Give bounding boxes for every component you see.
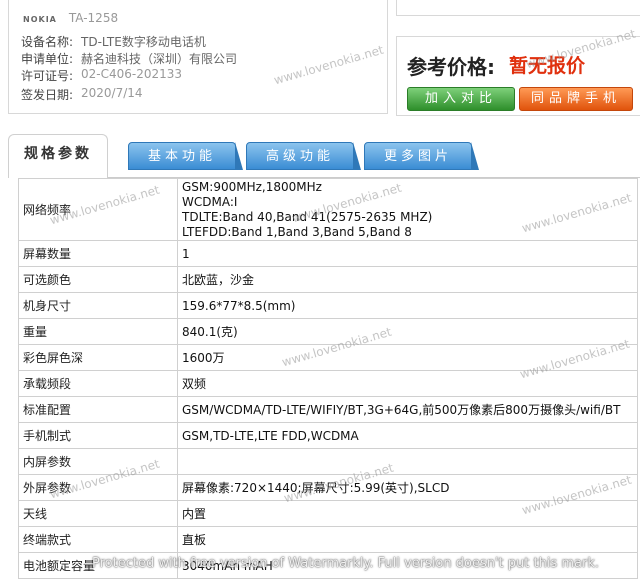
- info-applicant: 申请单位: 赫名迪科技（深圳）有限公司: [21, 50, 237, 67]
- price-card: 参考价格: 暂无报价 加入对比 同品牌手机: [396, 36, 640, 116]
- info-label: 申请单位:: [21, 52, 74, 66]
- spec-table: 网络频率 GSM:900MHz,1800MHz WCDMA:I TDLTE:Ba…: [18, 178, 638, 579]
- spec-key: 屏幕数量: [18, 240, 178, 267]
- info-value: 2020/7/14: [81, 86, 143, 100]
- spec-value-line: GSM:900MHz,1800MHz: [182, 179, 322, 194]
- table-row: 内屏参数: [18, 448, 638, 475]
- spec-value: 159.6*77*8.5(mm): [177, 292, 638, 319]
- spec-key: 承载频段: [18, 370, 178, 397]
- same-brand-phones-button[interactable]: 同品牌手机: [519, 87, 633, 111]
- info-value: 赫名迪科技（深圳）有限公司: [81, 52, 238, 66]
- device-info-card: NOKIA TA-1258 设备名称: TD-LTE数字移动电话机 申请单位: …: [8, 0, 388, 114]
- spec-key: 机身尺寸: [18, 292, 178, 319]
- info-device-name: 设备名称: TD-LTE数字移动电话机: [21, 33, 206, 50]
- info-value: TD-LTE数字移动电话机: [81, 35, 206, 49]
- spec-key: 外屏参数: [18, 474, 178, 501]
- info-value: 02-C406-202133: [81, 67, 183, 81]
- price-value: 暂无报价: [509, 55, 586, 77]
- tab-advanced-features[interactable]: 高级功能: [246, 142, 361, 170]
- info-issue-date: 签发日期: 2020/7/14: [21, 86, 143, 103]
- table-row: 外屏参数 屏幕像素:720×1440;屏幕尺寸:5.99(英寸),SLCD: [18, 474, 638, 501]
- tab-more-images[interactable]: 更多图片: [364, 142, 479, 170]
- tab-bar: 规格参数 基本功能 高级功能 更多图片: [8, 130, 640, 180]
- table-row: 电池额定容量 3040mAh mAH: [18, 552, 638, 579]
- table-row: 手机制式 GSM,TD-LTE,LTE FDD,WCDMA: [18, 422, 638, 449]
- spec-value: 双频: [177, 370, 638, 397]
- table-row: 终端款式 直板: [18, 526, 638, 553]
- spec-value: 3040mAh mAH: [177, 552, 638, 579]
- tab-specs[interactable]: 规格参数: [8, 134, 108, 178]
- spec-value: 840.1(克): [177, 318, 638, 345]
- spec-value: 1: [177, 240, 638, 267]
- spec-key: 手机制式: [18, 422, 178, 449]
- price-label: 参考价格:: [407, 55, 495, 79]
- spec-value: 北欧蓝，沙金: [177, 266, 638, 293]
- spec-value: GSM/WCDMA/TD-LTE/WIFIY/BT,3G+64G,前500万像素…: [177, 396, 638, 423]
- brand-logo: NOKIA: [23, 15, 57, 24]
- spec-key: 标准配置: [18, 396, 178, 423]
- model-number: TA-1258: [68, 11, 119, 25]
- brand-row: NOKIA TA-1258: [23, 11, 118, 25]
- spec-value: 1600万: [177, 344, 638, 371]
- info-label: 许可证号:: [21, 69, 74, 83]
- spec-value: 屏幕像素:720×1440;屏幕尺寸:5.99(英寸),SLCD: [177, 474, 638, 501]
- spec-value: 内置: [177, 500, 638, 527]
- spec-key: 重量: [18, 318, 178, 345]
- table-row: 屏幕数量 1: [18, 240, 638, 267]
- table-row: 标准配置 GSM/WCDMA/TD-LTE/WIFIY/BT,3G+64G,前50…: [18, 396, 638, 423]
- add-to-compare-button[interactable]: 加入对比: [407, 87, 515, 111]
- table-row: 彩色屏色深 1600万: [18, 344, 638, 371]
- spec-value-line: LTEFDD:Band 1,Band 3,Band 5,Band 8: [182, 224, 412, 239]
- table-row: 天线 内置: [18, 500, 638, 527]
- table-row: 网络频率 GSM:900MHz,1800MHz WCDMA:I TDLTE:Ba…: [18, 178, 638, 241]
- table-row: 机身尺寸 159.6*77*8.5(mm): [18, 292, 638, 319]
- spec-value: GSM,TD-LTE,LTE FDD,WCDMA: [177, 422, 638, 449]
- spec-value: 直板: [177, 526, 638, 553]
- spec-key: 可选颜色: [18, 266, 178, 293]
- spec-key: 天线: [18, 500, 178, 527]
- spec-key: 网络频率: [18, 178, 178, 241]
- table-row: 可选颜色 北欧蓝，沙金: [18, 266, 638, 293]
- spec-value-line: TDLTE:Band 40,Band 41(2575-2635 MHZ): [182, 209, 433, 224]
- table-row: 承载频段 双频: [18, 370, 638, 397]
- info-label: 签发日期:: [21, 88, 74, 102]
- spec-value: GSM:900MHz,1800MHz WCDMA:I TDLTE:Band 40…: [177, 178, 638, 241]
- spec-key: 彩色屏色深: [18, 344, 178, 371]
- info-license: 许可证号: 02-C406-202133: [21, 67, 182, 84]
- spec-value-line: WCDMA:I: [182, 194, 238, 209]
- info-label: 设备名称:: [21, 35, 74, 49]
- table-row: 重量 840.1(克): [18, 318, 638, 345]
- spec-key: 内屏参数: [18, 448, 178, 475]
- spec-key: 终端款式: [18, 526, 178, 553]
- spec-value: [177, 448, 638, 475]
- spec-key: 电池额定容量: [18, 552, 178, 579]
- top-right-panel: [396, 0, 640, 16]
- tab-basic-features[interactable]: 基本功能: [128, 142, 243, 170]
